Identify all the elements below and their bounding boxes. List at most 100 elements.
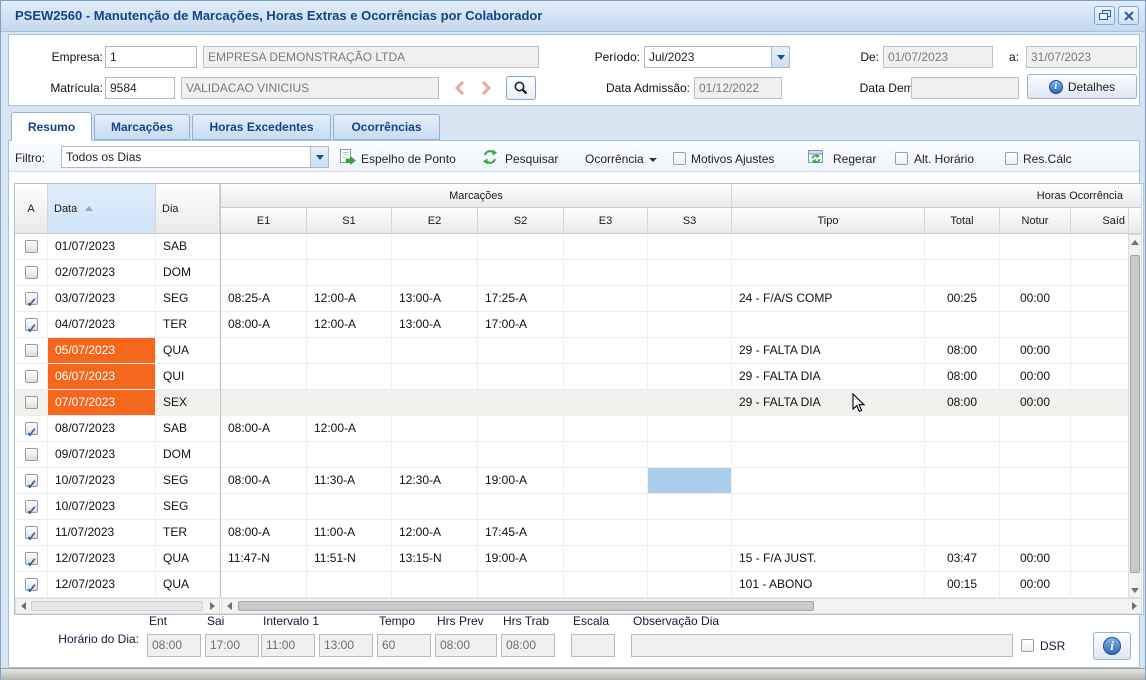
- day-cell[interactable]: DOM: [156, 442, 220, 468]
- marcacao-cell-s1[interactable]: 11:00-A: [307, 520, 392, 546]
- marcacao-cell-e2[interactable]: 12:00-A: [392, 520, 478, 546]
- column-header-e1[interactable]: E1: [221, 208, 307, 234]
- marcacao-cell-s2[interactable]: [478, 364, 564, 390]
- marcacao-cell-s3[interactable]: [648, 546, 732, 572]
- marcacao-cell-s2[interactable]: [478, 572, 564, 598]
- row-checkbox-cell[interactable]: [15, 572, 48, 598]
- table-row[interactable]: 03/07/2023SEG: [15, 286, 220, 312]
- marcacao-cell-e1[interactable]: 08:00-A: [221, 520, 307, 546]
- marcacao-cell-e3[interactable]: [564, 338, 648, 364]
- column-header-s1[interactable]: S1: [307, 208, 392, 234]
- date-cell[interactable]: 04/07/2023: [48, 312, 156, 338]
- marcacao-cell-e2[interactable]: [392, 494, 478, 520]
- marcacao-cell-s3[interactable]: [648, 338, 732, 364]
- dsr-checkbox[interactable]: [1021, 639, 1034, 652]
- ocorrencia-notur-cell[interactable]: 00:00: [1000, 364, 1071, 390]
- marcacao-cell-s3[interactable]: [648, 468, 732, 494]
- marcacao-cell-e2[interactable]: [392, 442, 478, 468]
- marcacao-cell-s1[interactable]: [307, 234, 392, 260]
- table-row[interactable]: 12/07/2023QUA: [15, 572, 220, 598]
- day-cell[interactable]: SEX: [156, 390, 220, 416]
- ocorrencia-tipo-cell[interactable]: [732, 260, 925, 286]
- marcacao-cell-e2[interactable]: 13:00-A: [392, 286, 478, 312]
- ocorrencia-said-cell[interactable]: [1071, 390, 1129, 416]
- marcacao-cell-s2[interactable]: 17:00-A: [478, 312, 564, 338]
- marcacao-cell-e1[interactable]: 08:00-A: [221, 468, 307, 494]
- ocorrencia-tipo-cell[interactable]: [732, 494, 925, 520]
- ocorrencia-total-cell[interactable]: [925, 234, 1000, 260]
- close-button[interactable]: [1118, 6, 1139, 25]
- date-cell[interactable]: 05/07/2023: [48, 338, 156, 364]
- column-header-dia[interactable]: Dia: [156, 184, 220, 234]
- ocorrencia-said-cell[interactable]: [1071, 494, 1129, 520]
- marcacao-cell-e3[interactable]: [564, 364, 648, 390]
- day-cell[interactable]: SEG: [156, 286, 220, 312]
- row-checkbox-cell[interactable]: [15, 312, 48, 338]
- column-header-e3[interactable]: E3: [564, 208, 648, 234]
- ocorrencia-said-cell[interactable]: [1071, 234, 1129, 260]
- ocorrencia-said-cell[interactable]: [1071, 416, 1129, 442]
- alt-horario-checkbox[interactable]: [895, 152, 908, 165]
- ocorrencia-tipo-cell[interactable]: [732, 312, 925, 338]
- ocorrencia-tipo-cell[interactable]: 24 - F/A/S COMP: [732, 286, 925, 312]
- table-row[interactable]: [221, 234, 1142, 260]
- marcacao-cell-e3[interactable]: [564, 312, 648, 338]
- table-row[interactable]: 11:47-N11:51-N13:15-N19:00-A15 - F/A JUS…: [221, 546, 1142, 572]
- marcacao-cell-e2[interactable]: [392, 234, 478, 260]
- ocorrencia-total-cell[interactable]: 08:00: [925, 364, 1000, 390]
- marcacao-cell-s3[interactable]: [648, 390, 732, 416]
- table-row[interactable]: 12/07/2023QUA: [15, 546, 220, 572]
- ocorrencia-total-cell[interactable]: [925, 442, 1000, 468]
- vscroll-thumb[interactable]: [1130, 255, 1140, 573]
- marcacao-cell-s2[interactable]: [478, 260, 564, 286]
- marcacao-cell-s1[interactable]: [307, 442, 392, 468]
- filtro-combobox[interactable]: Todos os Dias: [61, 146, 329, 168]
- marcacao-cell-e3[interactable]: [564, 546, 648, 572]
- marcacao-cell-s3[interactable]: [648, 520, 732, 546]
- marcacao-cell-s3[interactable]: [648, 286, 732, 312]
- ocorrencia-total-cell[interactable]: 08:00: [925, 390, 1000, 416]
- date-cell[interactable]: 09/07/2023: [48, 442, 156, 468]
- left-hscroll-right-arrow[interactable]: [206, 600, 218, 612]
- table-row[interactable]: 07/07/2023SEX: [15, 390, 220, 416]
- row-checkbox[interactable]: [25, 500, 38, 513]
- main-hscroll-left-arrow[interactable]: [223, 600, 235, 612]
- row-checkbox-cell[interactable]: [15, 546, 48, 572]
- marcacao-cell-s3[interactable]: [648, 312, 732, 338]
- table-row[interactable]: 08:00-A11:00-A12:00-A17:45-A: [221, 520, 1142, 546]
- tab-resumo[interactable]: Resumo: [11, 112, 92, 141]
- main-hscroll-right-arrow[interactable]: [1128, 600, 1140, 612]
- table-row[interactable]: 11/07/2023TER: [15, 520, 220, 546]
- ocorrencia-notur-cell[interactable]: [1000, 494, 1071, 520]
- table-row[interactable]: 05/07/2023QUA: [15, 338, 220, 364]
- marcacao-cell-s1[interactable]: 11:51-N: [307, 546, 392, 572]
- marcacao-cell-e1[interactable]: [221, 234, 307, 260]
- marcacao-cell-s2[interactable]: [478, 416, 564, 442]
- ocorrencia-tipo-cell[interactable]: 101 - ABONO: [732, 572, 925, 598]
- marcacao-cell-e2[interactable]: 12:30-A: [392, 468, 478, 494]
- ocorrencia-notur-cell[interactable]: [1000, 442, 1071, 468]
- ocorrencia-total-cell[interactable]: 00:25: [925, 286, 1000, 312]
- table-row[interactable]: 08:00-A12:00-A: [221, 416, 1142, 442]
- row-checkbox[interactable]: [25, 396, 38, 409]
- ocorrencia-said-cell[interactable]: [1071, 468, 1129, 494]
- tab-ocorrencias[interactable]: Ocorrências: [333, 114, 440, 140]
- marcacao-cell-e1[interactable]: [221, 260, 307, 286]
- date-cell[interactable]: 07/07/2023: [48, 390, 156, 416]
- ocorrencia-tipo-cell[interactable]: [732, 468, 925, 494]
- table-row[interactable]: 08:25-A12:00-A13:00-A17:25-A24 - F/A/S C…: [221, 286, 1142, 312]
- table-row[interactable]: 04/07/2023TER: [15, 312, 220, 338]
- ocorrencia-tipo-cell[interactable]: 15 - F/A JUST.: [732, 546, 925, 572]
- marcacao-cell-e2[interactable]: [392, 364, 478, 390]
- table-row[interactable]: 10/07/2023SEG: [15, 468, 220, 494]
- table-row[interactable]: [221, 494, 1142, 520]
- ocorrencia-notur-cell[interactable]: 00:00: [1000, 572, 1071, 598]
- marcacao-cell-s3[interactable]: [648, 260, 732, 286]
- date-cell[interactable]: 03/07/2023: [48, 286, 156, 312]
- date-cell[interactable]: 10/07/2023: [48, 468, 156, 494]
- marcacao-cell-s3[interactable]: [648, 234, 732, 260]
- marcacao-cell-s1[interactable]: [307, 494, 392, 520]
- marcacao-cell-s3[interactable]: [648, 442, 732, 468]
- marcacao-cell-e2[interactable]: [392, 338, 478, 364]
- day-cell[interactable]: QUA: [156, 572, 220, 598]
